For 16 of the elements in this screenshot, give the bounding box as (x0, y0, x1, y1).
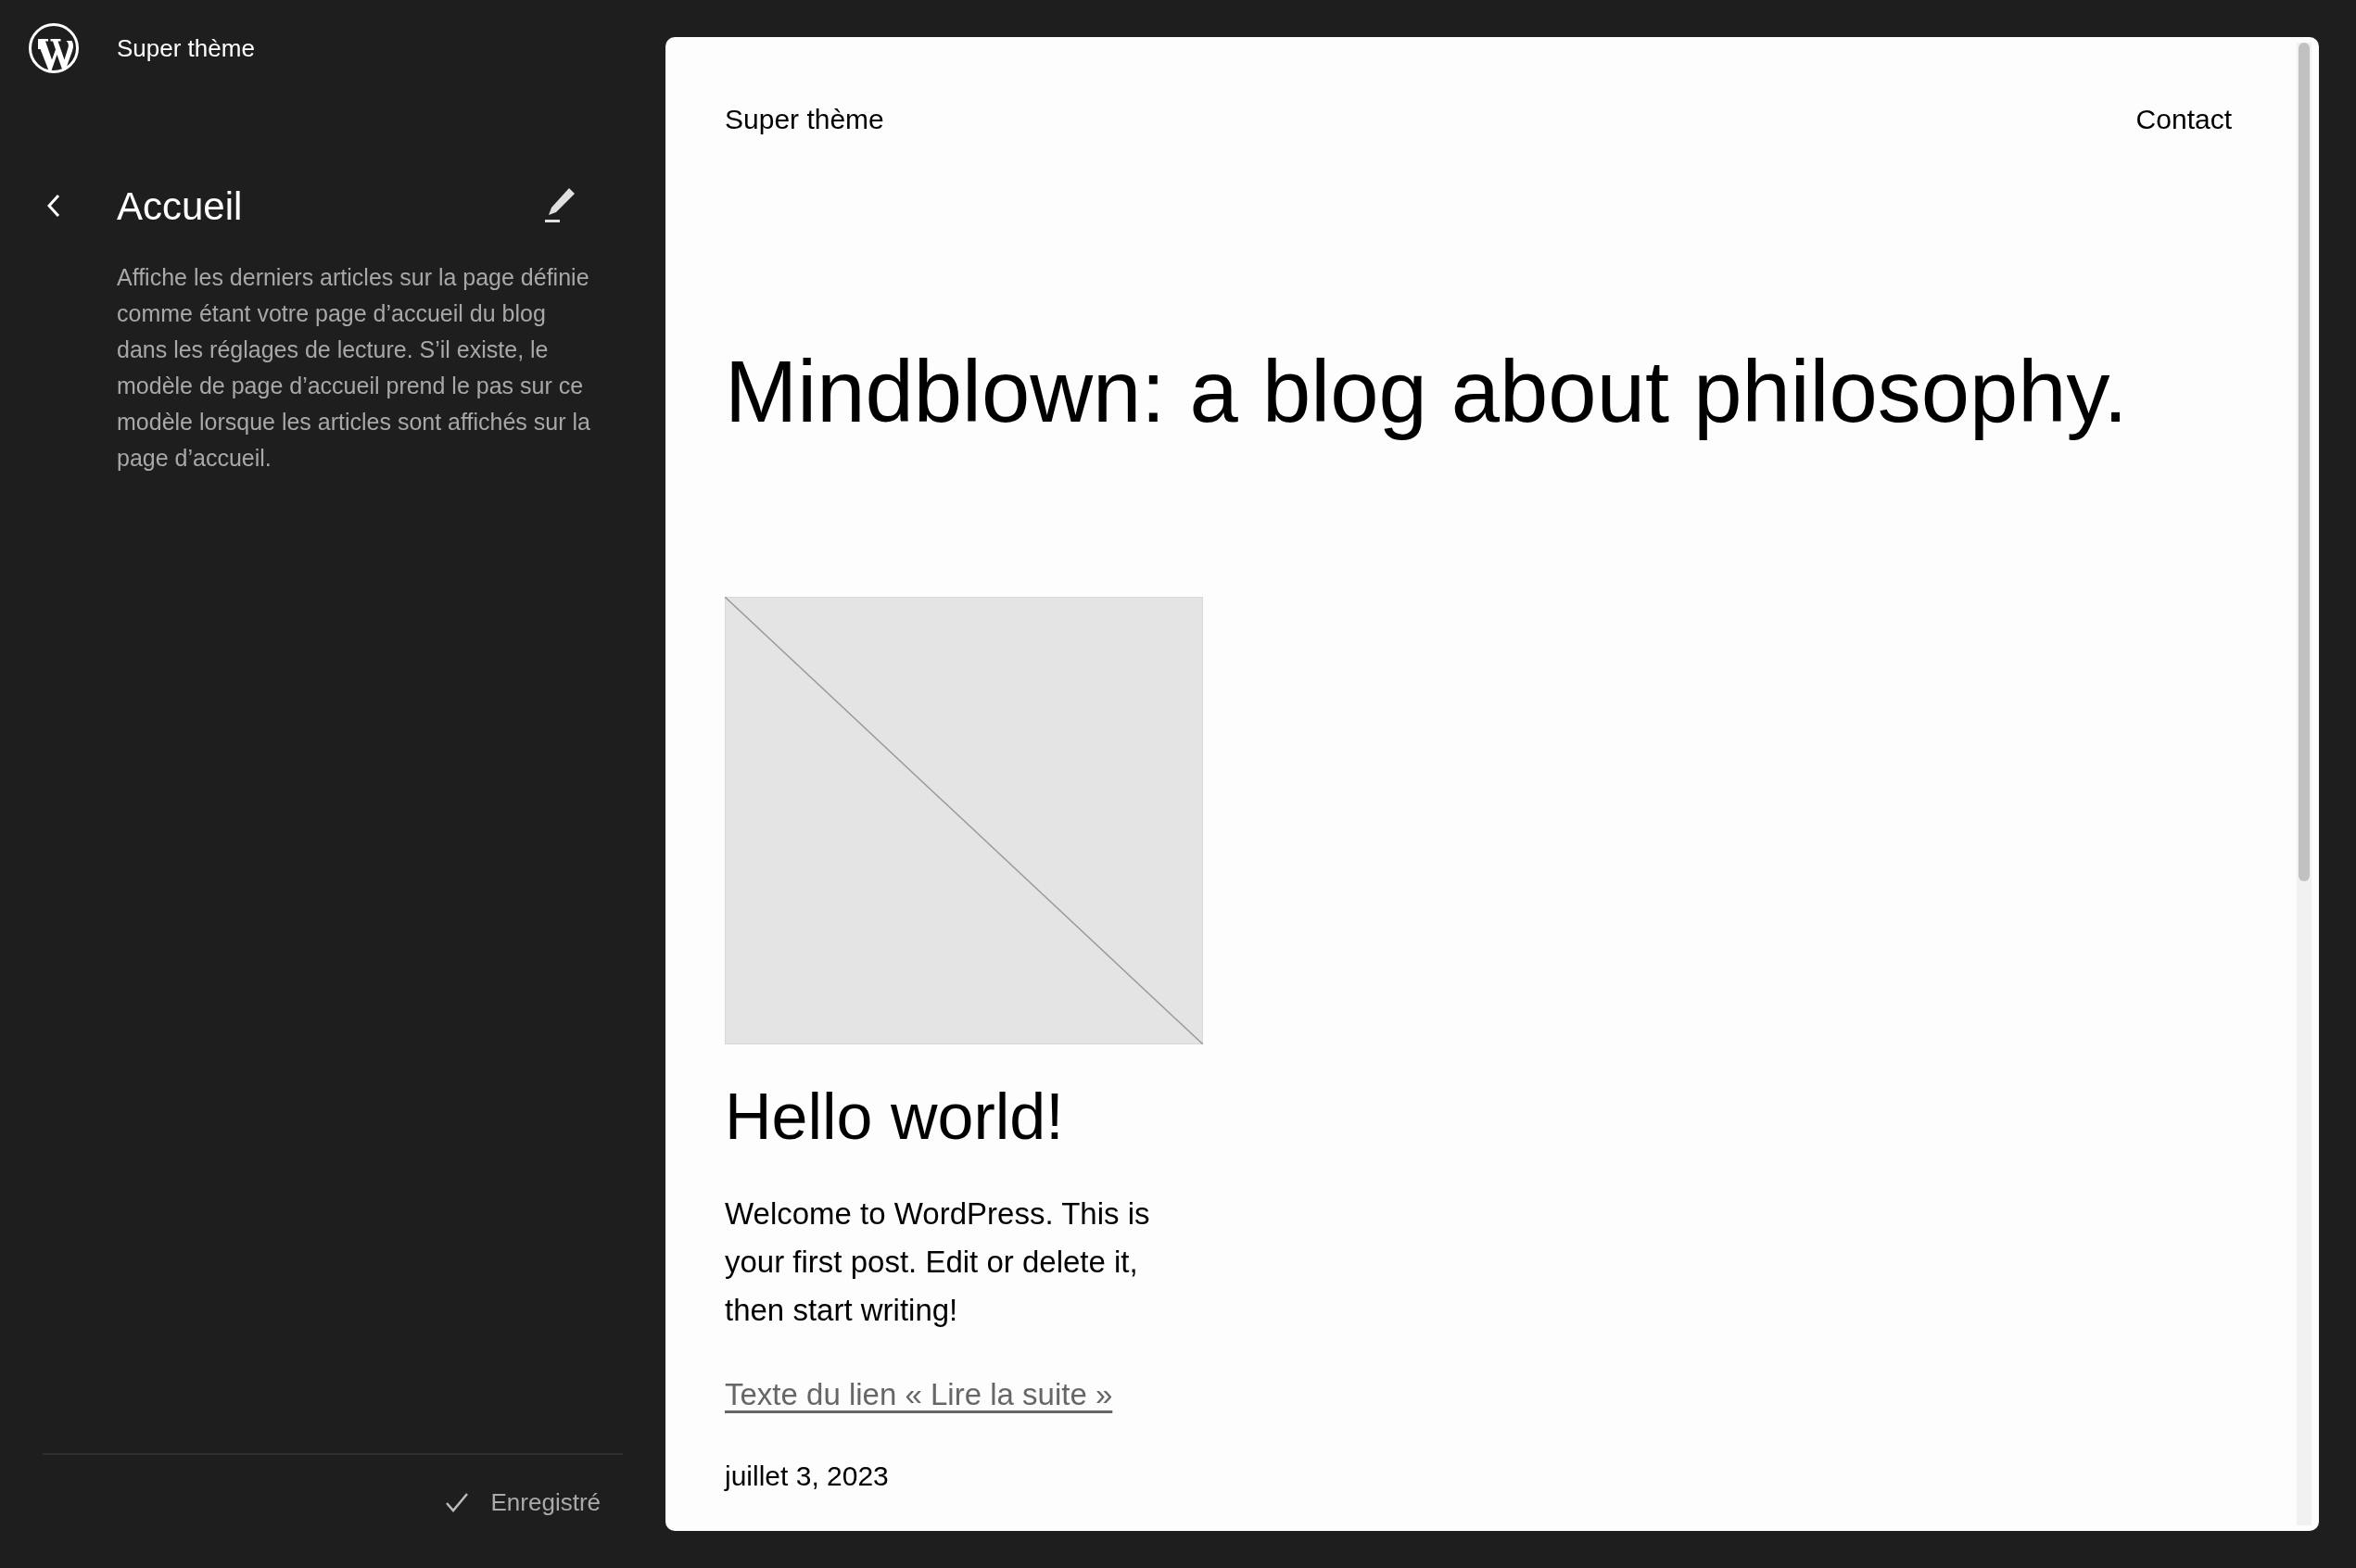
page-title: Accueil (117, 183, 243, 230)
chevron-left-icon (46, 194, 61, 218)
post-excerpt: Welcome to WordPress. This is your first post. Edit or delete it, then start writing! (725, 1195, 1151, 1330)
scrollbar[interactable] (2297, 43, 2312, 1525)
post-title[interactable]: Hello world! (725, 1081, 2232, 1154)
checkmark-icon (444, 1492, 469, 1512)
nav-link[interactable]: Contact (2135, 97, 2232, 140)
site-title: Super thème (117, 32, 255, 64)
page-heading: Mindblown: a blog about philosophy. (725, 344, 2129, 440)
logo-icon[interactable] (28, 22, 80, 74)
template-description: Affiche les derniers articles sur la page définie comme étant votre page d’accueil du blog dans les réglages de lecture. S’il existe, le modèle de page d’accueil prend le pas sur ce modèle lorsque les articles sont affichés sur la page d’accueil. (117, 263, 591, 473)
site-title[interactable]: Super thème (725, 97, 884, 140)
read-more-link[interactable]: Texte du lien « Lire la suite » (725, 1377, 1113, 1412)
save-status: Enregistré (490, 1486, 601, 1518)
post-date: juillet 3, 2023 (725, 1459, 890, 1493)
scrollbar-thumb[interactable] (2299, 43, 2310, 881)
